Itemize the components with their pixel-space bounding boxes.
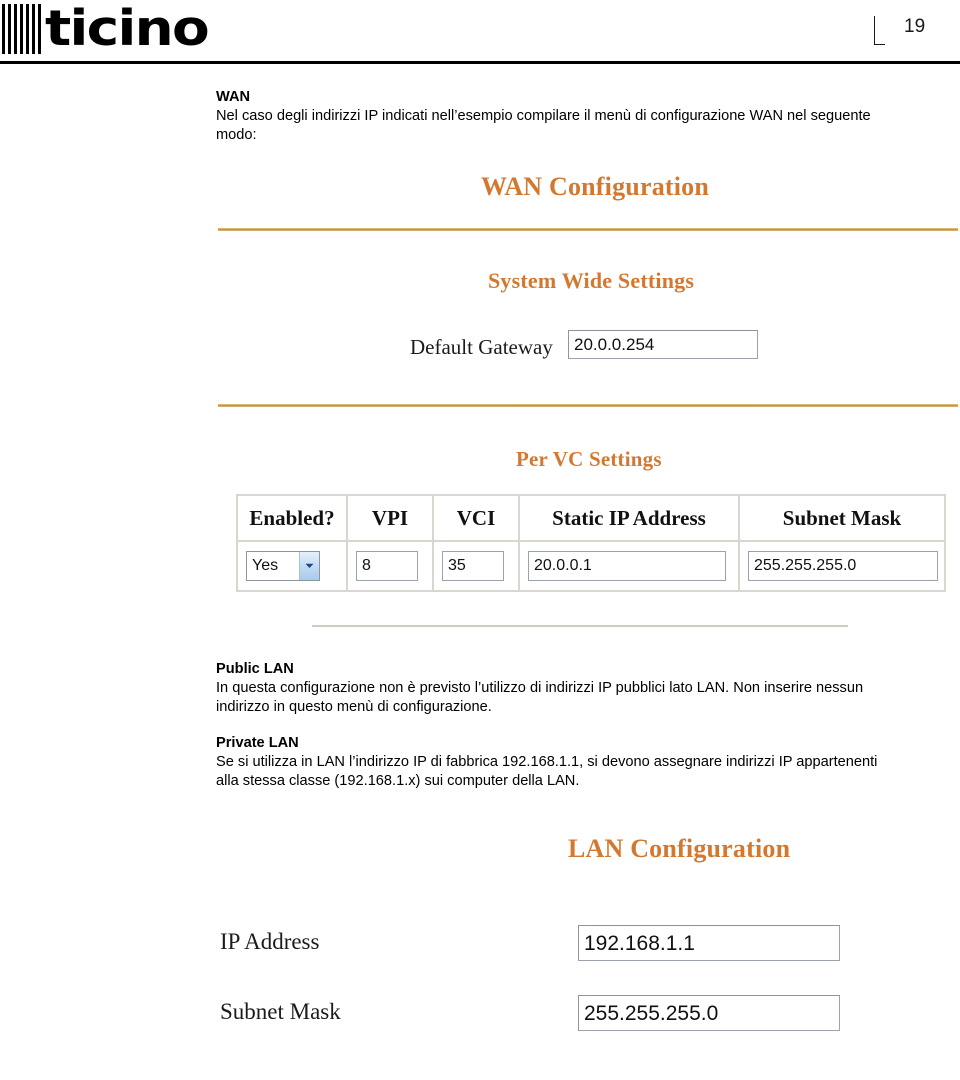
- column-header-static-ip-address: Static IP Address: [519, 495, 739, 541]
- table-header-row: Enabled? VPI VCI Static IP Address Subne…: [237, 495, 945, 541]
- vpi-input[interactable]: 8: [356, 551, 418, 581]
- per-vc-settings-heading: Per VC Settings: [516, 447, 662, 471]
- page-header: ticino 19: [0, 0, 960, 70]
- private-lan-heading: Private LAN: [216, 735, 299, 751]
- static-ip-address-input[interactable]: 20.0.0.1: [528, 551, 726, 581]
- lan-notes-text-block: Public LAN In questa configurazione non …: [216, 660, 958, 791]
- page-number-corner-mark: [874, 16, 885, 45]
- system-wide-settings-heading: System Wide Settings: [488, 268, 695, 293]
- enabled-select[interactable]: Yes: [246, 551, 320, 581]
- logo-bars-icon: [2, 4, 44, 54]
- private-lan-line-2: alla stessa classe (192.168.1.x) sui com…: [216, 773, 580, 789]
- intro-line-1: Nel caso degli indirizzi IP indicati nel…: [216, 108, 871, 124]
- lan-configuration-screenshot: LAN Configuration IP Address 192.168.1.1…: [190, 812, 960, 1080]
- ip-address-input[interactable]: 192.168.1.1: [578, 925, 840, 961]
- chevron-down-icon[interactable]: [299, 552, 319, 580]
- wan-divider-bottom: [218, 404, 958, 407]
- intro-text-block: WAN Nel caso degli indirizzi IP indicati…: [216, 88, 958, 145]
- ip-address-label: IP Address: [220, 929, 320, 954]
- column-header-vpi: VPI: [347, 495, 433, 541]
- wan-configuration-title: WAN Configuration: [481, 172, 710, 201]
- wan-divider-top: [218, 228, 958, 231]
- bticino-logo: ticino: [2, 2, 210, 54]
- cell-vci: 35: [433, 541, 519, 591]
- wan-configuration-screenshot: WAN Configuration System Wide Settings D…: [216, 158, 960, 638]
- page-number: 19: [874, 16, 944, 50]
- enabled-select-value: Yes: [252, 557, 279, 574]
- column-header-enabled: Enabled?: [237, 495, 347, 541]
- cell-vpi: 8: [347, 541, 433, 591]
- per-vc-settings-table: Enabled? VPI VCI Static IP Address Subne…: [236, 494, 946, 592]
- default-gateway-input[interactable]: 20.0.0.254: [568, 330, 758, 359]
- lan-configuration-title: LAN Configuration: [568, 834, 791, 863]
- page-number-value: 19: [904, 16, 926, 37]
- private-lan-line-1: Se si utilizza in LAN l’indirizzo IP di …: [216, 754, 878, 770]
- lan-subnet-mask-input[interactable]: 255.255.255.0: [578, 995, 840, 1031]
- cell-subnet-mask: 255.255.255.0: [739, 541, 945, 591]
- default-gateway-label: Default Gateway: [410, 335, 553, 359]
- vci-input[interactable]: 35: [442, 551, 504, 581]
- header-divider: [0, 61, 960, 64]
- public-lan-heading: Public LAN: [216, 661, 294, 677]
- cell-enabled: Yes: [237, 541, 347, 591]
- lan-subnet-mask-label: Subnet Mask: [220, 999, 341, 1024]
- column-header-subnet-mask: Subnet Mask: [739, 495, 945, 541]
- cell-static-ip: 20.0.0.1: [519, 541, 739, 591]
- intro-line-2: modo:: [216, 127, 257, 143]
- table-row: Yes 8 35 20.0.0.1 255.255.255.0: [237, 541, 945, 591]
- public-lan-line-2: indirizzo in questo menù di configurazio…: [216, 699, 492, 715]
- column-header-vci: VCI: [433, 495, 519, 541]
- public-lan-line-1: In questa configurazione non è previsto …: [216, 680, 864, 696]
- subnet-mask-input[interactable]: 255.255.255.0: [748, 551, 938, 581]
- intro-heading: WAN: [216, 89, 251, 105]
- wan-footer-rule: [312, 625, 848, 627]
- logo-wordmark: ticino: [45, 0, 210, 57]
